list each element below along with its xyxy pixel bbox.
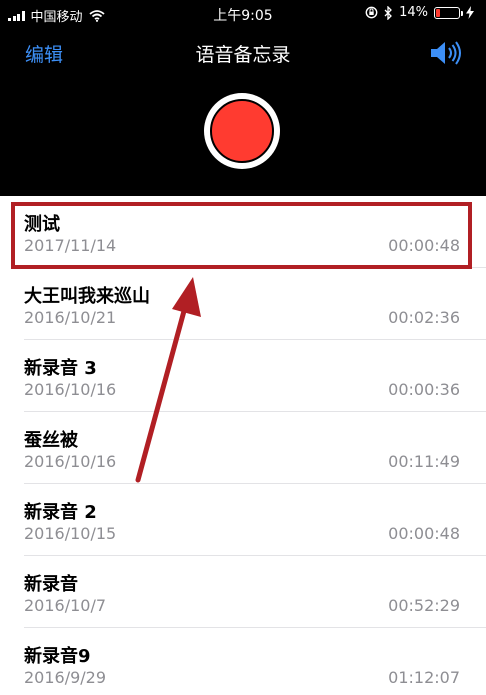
status-bar: 中国移动 上午9:05 14% bbox=[0, 0, 486, 28]
navigation-bar: 编辑 语音备忘录 bbox=[0, 28, 486, 196]
recording-duration: 01:12:07 bbox=[388, 668, 460, 687]
list-item[interactable]: 新录音 3 2016/10/16 00:00:36 bbox=[24, 340, 486, 412]
list-item[interactable]: 蚕丝被 2016/10/16 00:11:49 bbox=[24, 412, 486, 484]
record-button-ring[interactable] bbox=[204, 93, 280, 169]
speaker-icon[interactable] bbox=[428, 38, 464, 68]
recording-duration: 00:00:36 bbox=[388, 380, 460, 399]
recording-date: 2016/10/16 bbox=[24, 452, 117, 471]
recording-name: 蚕丝被 bbox=[24, 430, 78, 451]
recording-date: 2016/10/7 bbox=[24, 596, 107, 615]
battery-icon bbox=[434, 6, 463, 19]
recording-name: 新录音 bbox=[24, 574, 78, 595]
recording-duration: 00:52:29 bbox=[388, 596, 460, 615]
recording-date: 2016/10/16 bbox=[24, 380, 117, 399]
recording-name: 大王叫我来巡山 bbox=[24, 286, 150, 307]
status-right: 14% bbox=[365, 5, 474, 20]
recording-duration: 00:11:49 bbox=[388, 452, 460, 471]
charging-icon bbox=[466, 6, 474, 19]
page-title: 语音备忘录 bbox=[195, 44, 291, 66]
recording-date: 2016/9/29 bbox=[24, 668, 107, 687]
list-item[interactable]: 新录音 2016/10/7 00:52:29 bbox=[24, 556, 486, 628]
recording-date: 2016/10/21 bbox=[24, 308, 117, 327]
annotation-highlight-box bbox=[11, 202, 472, 269]
orientation-lock-icon bbox=[365, 6, 378, 19]
recording-duration: 00:00:48 bbox=[388, 524, 460, 543]
battery-percent: 14% bbox=[399, 5, 428, 20]
recording-name: 新录音9 bbox=[24, 646, 91, 667]
recording-duration: 00:02:36 bbox=[388, 308, 460, 327]
list-item[interactable]: 新录音9 2016/9/29 01:12:07 bbox=[24, 628, 486, 695]
record-button[interactable] bbox=[210, 99, 274, 163]
list-item[interactable]: 大王叫我来巡山 2016/10/21 00:02:36 bbox=[24, 268, 486, 340]
recording-date: 2016/10/15 bbox=[24, 524, 117, 543]
recording-name: 新录音 2 bbox=[24, 502, 97, 523]
bluetooth-icon bbox=[384, 5, 393, 20]
recordings-list: 测试 2017/11/14 00:00:48 大王叫我来巡山 2016/10/2… bbox=[0, 196, 486, 695]
list-item[interactable]: 新录音 2 2016/10/15 00:00:48 bbox=[24, 484, 486, 556]
recording-name: 新录音 3 bbox=[24, 358, 97, 379]
